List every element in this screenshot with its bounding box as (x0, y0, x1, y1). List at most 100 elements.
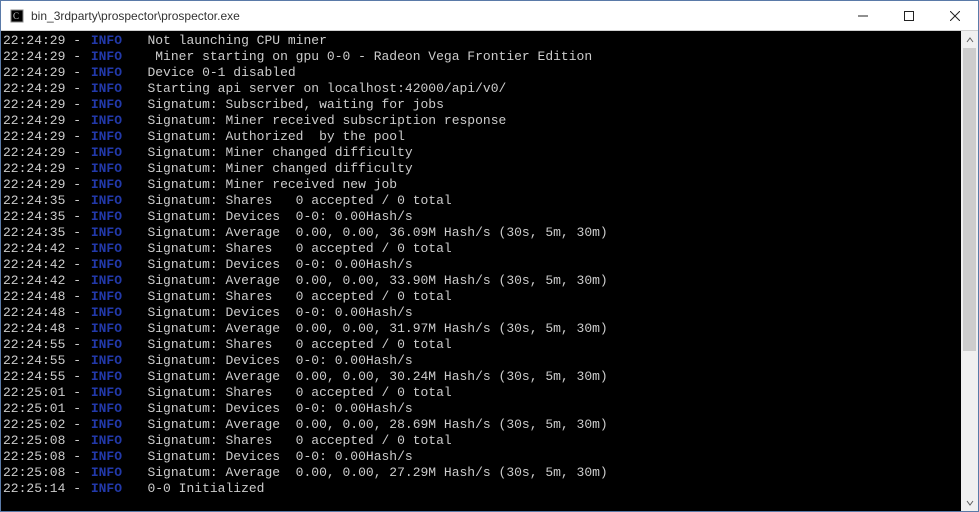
log-gap (124, 209, 140, 224)
log-separator: - (65, 129, 88, 144)
log-line: 22:25:14 - INFO 0-0 Initialized (3, 481, 961, 497)
close-button[interactable] (932, 1, 978, 30)
log-level: INFO (89, 177, 124, 192)
log-gap (124, 337, 140, 352)
log-timestamp: 22:24:48 (3, 321, 65, 336)
log-separator: - (65, 321, 88, 336)
log-level: INFO (89, 129, 124, 144)
log-line: 22:24:29 - INFO Signatum: Authorized by … (3, 129, 961, 145)
log-gap (124, 161, 140, 176)
log-timestamp: 22:24:42 (3, 257, 65, 272)
log-timestamp: 22:24:48 (3, 305, 65, 320)
log-gap (124, 33, 140, 48)
log-line: 22:25:08 - INFO Signatum: Average 0.00, … (3, 465, 961, 481)
app-icon: C (9, 8, 25, 24)
log-timestamp: 22:24:55 (3, 353, 65, 368)
log-gap (124, 305, 140, 320)
log-level: INFO (89, 465, 124, 480)
log-separator: - (65, 289, 88, 304)
log-level: INFO (89, 241, 124, 256)
chevron-up-icon (966, 36, 974, 44)
log-separator: - (65, 113, 88, 128)
minimize-button[interactable] (840, 1, 886, 30)
log-line: 22:24:29 - INFO Signatum: Subscribed, wa… (3, 97, 961, 113)
log-level: INFO (89, 65, 124, 80)
log-message: Signatum: Average 0.00, 0.00, 28.69M Has… (140, 417, 608, 432)
vertical-scrollbar[interactable] (961, 31, 978, 511)
log-message: Signatum: Miner received new job (140, 177, 397, 192)
log-separator: - (65, 193, 88, 208)
log-line: 22:24:29 - INFO Signatum: Miner received… (3, 177, 961, 193)
log-message: Device 0-1 disabled (140, 65, 296, 80)
maximize-button[interactable] (886, 1, 932, 30)
log-line: 22:24:29 - INFO Miner starting on gpu 0-… (3, 49, 961, 65)
log-separator: - (65, 401, 88, 416)
log-gap (124, 129, 140, 144)
log-gap (124, 193, 140, 208)
close-icon (950, 11, 960, 21)
log-level: INFO (89, 369, 124, 384)
log-level: INFO (89, 273, 124, 288)
log-level: INFO (89, 417, 124, 432)
log-level: INFO (89, 481, 124, 496)
log-separator: - (65, 241, 88, 256)
log-line: 22:25:02 - INFO Signatum: Average 0.00, … (3, 417, 961, 433)
scrollbar-thumb[interactable] (963, 48, 976, 351)
log-level: INFO (89, 225, 124, 240)
log-gap (124, 369, 140, 384)
log-line: 22:24:35 - INFO Signatum: Average 0.00, … (3, 225, 961, 241)
log-message: Signatum: Average 0.00, 0.00, 31.97M Has… (140, 321, 608, 336)
log-line: 22:25:08 - INFO Signatum: Shares 0 accep… (3, 433, 961, 449)
log-line: 22:24:55 - INFO Signatum: Devices 0-0: 0… (3, 353, 961, 369)
log-gap (124, 81, 140, 96)
log-separator: - (65, 417, 88, 432)
log-gap (124, 257, 140, 272)
log-line: 22:24:29 - INFO Device 0-1 disabled (3, 65, 961, 81)
scroll-down-button[interactable] (961, 494, 978, 511)
log-gap (124, 385, 140, 400)
console-output[interactable]: 22:24:29 - INFO Not launching CPU miner2… (1, 31, 961, 511)
log-separator: - (65, 257, 88, 272)
log-separator: - (65, 337, 88, 352)
log-message: Signatum: Shares 0 accepted / 0 total (140, 385, 452, 400)
log-gap (124, 97, 140, 112)
log-gap (124, 145, 140, 160)
log-separator: - (65, 273, 88, 288)
log-level: INFO (89, 401, 124, 416)
log-separator: - (65, 209, 88, 224)
scrollbar-track[interactable] (961, 48, 978, 494)
chevron-down-icon (966, 499, 974, 507)
log-separator: - (65, 145, 88, 160)
log-separator: - (65, 305, 88, 320)
maximize-icon (904, 11, 914, 21)
log-message: Signatum: Shares 0 accepted / 0 total (140, 433, 452, 448)
log-gap (124, 465, 140, 480)
log-timestamp: 22:24:29 (3, 49, 65, 64)
log-timestamp: 22:24:29 (3, 145, 65, 160)
svg-text:C: C (13, 11, 19, 21)
log-level: INFO (89, 161, 124, 176)
log-timestamp: 22:24:29 (3, 65, 65, 80)
log-level: INFO (89, 321, 124, 336)
log-gap (124, 433, 140, 448)
title-bar[interactable]: C bin_3rdparty\prospector\prospector.exe (1, 1, 978, 31)
log-separator: - (65, 49, 88, 64)
log-line: 22:24:29 - INFO Not launching CPU miner (3, 33, 961, 49)
log-separator: - (65, 65, 88, 80)
log-gap (124, 113, 140, 128)
log-message: Signatum: Shares 0 accepted / 0 total (140, 337, 452, 352)
log-line: 22:24:42 - INFO Signatum: Shares 0 accep… (3, 241, 961, 257)
console-area: 22:24:29 - INFO Not launching CPU miner2… (1, 31, 978, 511)
log-separator: - (65, 433, 88, 448)
log-timestamp: 22:24:29 (3, 177, 65, 192)
log-line: 22:25:01 - INFO Signatum: Shares 0 accep… (3, 385, 961, 401)
log-level: INFO (89, 145, 124, 160)
log-timestamp: 22:24:35 (3, 225, 65, 240)
log-separator: - (65, 33, 88, 48)
log-separator: - (65, 225, 88, 240)
log-message: Signatum: Devices 0-0: 0.00Hash/s (140, 257, 413, 272)
log-line: 22:25:08 - INFO Signatum: Devices 0-0: 0… (3, 449, 961, 465)
log-level: INFO (89, 33, 124, 48)
log-timestamp: 22:24:55 (3, 337, 65, 352)
scroll-up-button[interactable] (961, 31, 978, 48)
